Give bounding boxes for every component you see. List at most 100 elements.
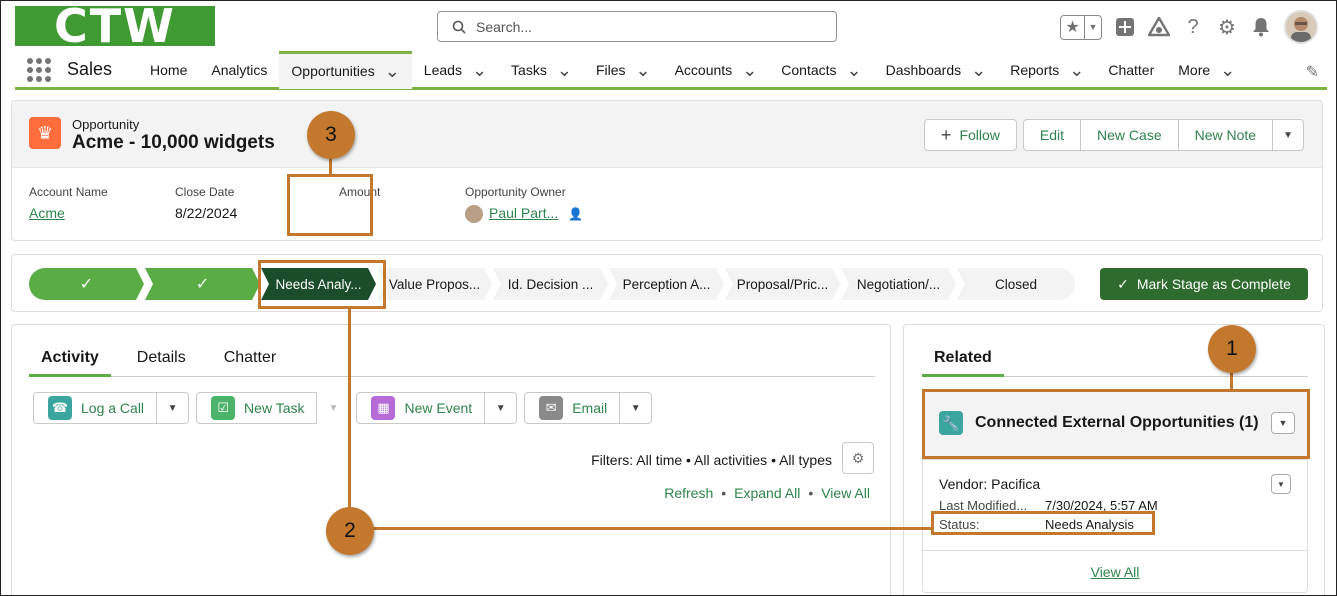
nav-item-dashboards[interactable]: Dashboards ⌄: [874, 51, 999, 89]
tab-chatter[interactable]: Chatter: [212, 339, 288, 377]
path-stage-1[interactable]: ✓: [29, 268, 144, 300]
activity-filters[interactable]: Filters: All time • All activities • All…: [591, 452, 832, 468]
nav-item-chatter[interactable]: Chatter: [1096, 51, 1166, 89]
chevron-down-icon[interactable]: ⌄: [1220, 61, 1235, 79]
annotation-badge-3: 3: [307, 111, 355, 159]
sales-path: ✓ ✓ Needs Analy... Value Propos... Id. Decis…: [11, 254, 1323, 312]
nav-item-reports[interactable]: Reports ⌄: [998, 51, 1096, 89]
nav-item-home[interactable]: Home: [138, 51, 199, 89]
gear-icon[interactable]: ⚙: [1216, 16, 1238, 39]
related-card-title[interactable]: Connected External Opportunities (1): [975, 414, 1259, 432]
nav-item-label: Home: [150, 61, 188, 78]
user-avatar[interactable]: [1284, 10, 1318, 44]
nav-item-label: Analytics: [211, 61, 268, 78]
new-event-label: New Event: [404, 400, 473, 416]
nav-item-more[interactable]: More ⌄: [1166, 51, 1247, 89]
nav-item-label: Files: [595, 61, 626, 78]
nav-item-opportunities[interactable]: Opportunities ⌄: [279, 50, 412, 89]
nav-item-accounts[interactable]: Accounts ⌄: [663, 51, 770, 89]
activity-panel: Activity Details Chatter ☎ Log a Call ▼ ☑…: [11, 324, 891, 595]
email-menu[interactable]: ▼: [620, 392, 653, 424]
chevron-down-icon[interactable]: ⌄: [557, 61, 572, 79]
path-stage-8[interactable]: Negotiation/...: [841, 268, 956, 300]
global-nav: Sales Home Analytics Opportunities ⌄ Leads ⌄ T…: [15, 50, 1327, 90]
nav-item-tasks[interactable]: Tasks ⌄: [499, 51, 584, 89]
tab-details[interactable]: Details: [125, 339, 198, 377]
related-list-item: Vendor: Pacifica Last Modified... 7/30/20…: [939, 476, 1158, 536]
nav-item-files[interactable]: Files ⌄: [584, 51, 663, 89]
log-call-label: Log a Call: [81, 400, 145, 416]
new-note-button[interactable]: New Note: [1177, 119, 1273, 151]
email-button[interactable]: ✉ Email: [524, 392, 621, 424]
path-stage-3[interactable]: Needs Analy...: [261, 268, 376, 300]
item-name[interactable]: Vendor: Pacifica: [939, 476, 1158, 492]
email-icon: ✉: [539, 396, 564, 420]
new-task-button[interactable]: ☑ New Task: [196, 392, 318, 424]
related-view-all-link[interactable]: View All: [1091, 564, 1140, 580]
new-event-menu[interactable]: ▼: [485, 392, 518, 424]
activity-publisher: ☎ Log a Call ▼ ☑ New Task ▼ ▦ New Event ▼ ✉…: [33, 392, 655, 424]
nav-item-label: More: [1178, 61, 1211, 78]
owner-avatar: [465, 205, 483, 224]
card-menu-button[interactable]: ▼: [1271, 412, 1295, 434]
account-link[interactable]: Acme: [29, 205, 65, 221]
path-stage-6[interactable]: Perception A...: [609, 268, 724, 300]
follow-button[interactable]: + Follow: [923, 119, 1017, 151]
owner-link[interactable]: Paul Part...: [489, 205, 558, 221]
tab-activity[interactable]: Activity: [29, 339, 111, 377]
expand-all-link[interactable]: Expand All: [734, 485, 800, 501]
path-stage-4[interactable]: Value Propos...: [377, 268, 492, 300]
path-stage-7[interactable]: Proposal/Pric...: [725, 268, 840, 300]
account-field: Account Name Acme: [29, 185, 125, 223]
object-type: Opportunity: [72, 117, 140, 132]
favorites-button[interactable]: ★ ▼: [1060, 14, 1102, 40]
mark-stage-complete-button[interactable]: ✓ Mark Stage as Complete: [1100, 268, 1308, 300]
search-box[interactable]: Search...: [437, 11, 837, 42]
edit-button[interactable]: Edit: [1022, 119, 1081, 151]
chevron-down-icon[interactable]: ⌄: [1069, 61, 1084, 79]
path-stage-2[interactable]: ✓: [145, 268, 260, 300]
company-logo[interactable]: CTW: [15, 6, 215, 46]
status-label: Status:: [939, 517, 980, 532]
chevron-down-icon[interactable]: ▼: [1085, 16, 1101, 39]
log-call-menu[interactable]: ▼: [157, 392, 190, 424]
edit-nav-icon[interactable]: ✎: [1306, 62, 1319, 82]
new-task-menu[interactable]: ▼: [317, 392, 349, 424]
phone-icon: ☎: [48, 396, 72, 420]
change-owner-icon[interactable]: 👤: [568, 207, 583, 221]
path-stage-5[interactable]: Id. Decision ...: [493, 268, 608, 300]
bell-icon[interactable]: [1250, 16, 1272, 38]
refresh-link[interactable]: Refresh: [664, 485, 713, 501]
path-stage-9[interactable]: Closed: [957, 268, 1075, 300]
app-launcher-icon[interactable]: [27, 57, 51, 82]
chevron-down-icon[interactable]: ⌄: [636, 61, 651, 79]
owner-field: Opportunity Owner Paul Part... 👤: [465, 185, 583, 224]
filter-settings-gear-icon[interactable]: ⚙: [842, 442, 874, 474]
new-event-button[interactable]: ▦ New Event: [356, 392, 486, 424]
chevron-down-icon[interactable]: ⌄: [742, 61, 757, 79]
log-call-button[interactable]: ☎ Log a Call: [33, 392, 158, 424]
chevron-down-icon[interactable]: ⌄: [847, 61, 862, 79]
task-icon: ☑: [211, 396, 236, 420]
chevron-down-icon[interactable]: ⌄: [971, 61, 986, 79]
nav-item-contacts[interactable]: Contacts ⌄: [769, 51, 873, 89]
chevron-down-icon[interactable]: ⌄: [385, 62, 400, 80]
nav-item-label: Tasks: [511, 61, 547, 78]
trailhead-icon[interactable]: [1148, 16, 1170, 38]
view-all-link[interactable]: View All: [821, 485, 870, 501]
nav-item-analytics[interactable]: Analytics: [199, 51, 279, 89]
nav-item-leads[interactable]: Leads ⌄: [412, 51, 499, 89]
more-actions-button[interactable]: ▼: [1272, 119, 1304, 151]
new-case-button[interactable]: New Case: [1080, 119, 1178, 151]
nav-item-label: Accounts: [674, 61, 733, 78]
chevron-down-icon[interactable]: ⌄: [472, 61, 487, 79]
action-button-group: Edit New Case New Note ▼: [1022, 119, 1304, 151]
email-label: Email: [572, 400, 608, 416]
add-icon[interactable]: [1114, 16, 1136, 38]
item-menu-button[interactable]: ▼: [1271, 474, 1291, 494]
star-icon[interactable]: ★: [1061, 15, 1085, 39]
nav-items: Home Analytics Opportunities ⌄ Leads ⌄ Tasks ⌄ F…: [138, 50, 1247, 89]
owner-label: Opportunity Owner: [465, 185, 566, 199]
help-icon[interactable]: ?: [1182, 16, 1204, 38]
tab-related[interactable]: Related: [922, 339, 1004, 377]
